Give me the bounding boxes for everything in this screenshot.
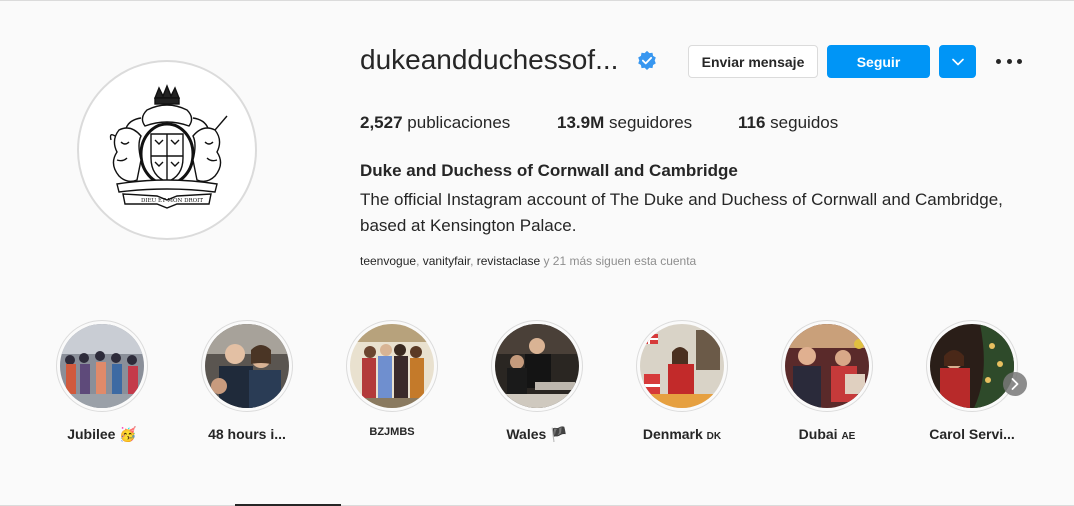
followers-number: 13.9M xyxy=(557,113,605,132)
followers-count[interactable]: 13.9M seguidores xyxy=(557,113,692,133)
separator: , xyxy=(416,254,423,268)
highlight-label: Wales 🏴 xyxy=(506,426,568,442)
highlight-cover[interactable] xyxy=(56,320,148,412)
motto-text-left: DIEU ET MON DROIT xyxy=(141,198,203,204)
profile-username: dukeandduchessof... xyxy=(360,44,619,75)
coat-of-arms-image: DIEU ET MON DROIT xyxy=(85,68,249,232)
highlight-cover[interactable] xyxy=(491,320,583,412)
chevron-down-icon xyxy=(951,58,964,65)
posts-label: publicaciones xyxy=(407,113,511,132)
following-number: 116 xyxy=(738,113,766,132)
highlight-carol-service[interactable]: Carol Servi... xyxy=(926,320,1018,442)
highlight-cover[interactable] xyxy=(781,320,873,412)
highlight-denmark[interactable]: Denmark DK xyxy=(636,320,728,442)
follow-button[interactable]: Seguir xyxy=(827,45,930,78)
followers-label: seguidores xyxy=(608,113,693,132)
highlight-image xyxy=(205,324,289,408)
profile-avatar[interactable]: DIEU ET MON DROIT xyxy=(77,60,257,240)
highlight-48-hours[interactable]: 48 hours i... xyxy=(201,320,293,442)
highlight-label: Jubilee 🥳 xyxy=(67,426,137,442)
suggested-dropdown-button[interactable] xyxy=(939,45,976,78)
posts-number: 2,527 xyxy=(360,113,403,132)
next-highlights-button[interactable] xyxy=(1003,372,1027,396)
top-divider xyxy=(0,0,1074,1)
more-options-icon[interactable] xyxy=(996,56,1022,66)
highlight-label: BZJMBS xyxy=(369,426,415,438)
send-message-button[interactable]: Enviar mensaje xyxy=(688,45,818,78)
followed-by-suffix: y 21 más siguen esta cuenta xyxy=(540,254,697,268)
following-count[interactable]: 116 seguidos xyxy=(738,113,838,133)
highlight-wales[interactable]: Wales 🏴 xyxy=(491,320,583,442)
chevron-right-icon xyxy=(1011,378,1019,390)
profile-bio: The official Instagram account of The Du… xyxy=(360,190,1003,235)
posts-count: 2,527 publicaciones xyxy=(360,113,510,133)
highlight-image xyxy=(785,324,869,408)
highlight-image xyxy=(60,324,144,408)
highlight-image xyxy=(930,324,1014,408)
highlight-bzjmbs[interactable]: BZJMBS xyxy=(346,320,438,438)
highlight-cover[interactable] xyxy=(636,320,728,412)
highlight-cover[interactable] xyxy=(201,320,293,412)
highlight-cover[interactable] xyxy=(346,320,438,412)
separator: , xyxy=(470,254,477,268)
followed-by-account[interactable]: teenvogue xyxy=(360,254,416,268)
highlight-dubai[interactable]: Dubai AE xyxy=(781,320,873,442)
highlight-image xyxy=(350,324,434,408)
profile-full-name: Duke and Duchess of Cornwall and Cambrid… xyxy=(360,161,738,180)
followed-by-account[interactable]: revistaclase xyxy=(477,254,540,268)
highlight-image xyxy=(640,324,724,408)
highlight-jubilee[interactable]: Jubilee 🥳 xyxy=(56,320,148,442)
highlight-image xyxy=(495,324,579,408)
highlight-label: Denmark DK xyxy=(642,426,722,442)
following-label: seguidos xyxy=(770,113,839,132)
highlight-label: Dubai AE xyxy=(798,426,856,442)
followed-by-text[interactable]: teenvogue, vanityfair, revistaclase y 21… xyxy=(360,254,696,268)
highlight-label: Carol Servi... xyxy=(929,426,1015,442)
followed-by-account[interactable]: vanityfair xyxy=(423,254,470,268)
highlight-label: 48 hours i... xyxy=(208,426,286,442)
highlight-cover[interactable] xyxy=(926,320,1018,412)
verified-badge-icon xyxy=(636,50,658,72)
